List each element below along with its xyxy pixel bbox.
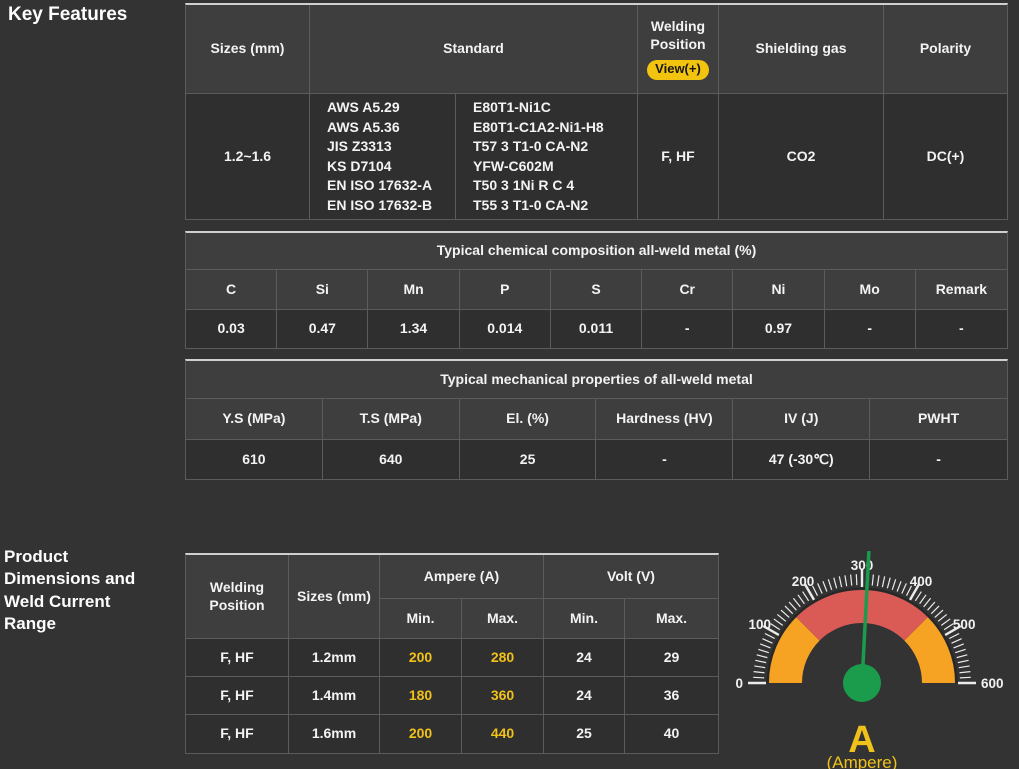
mech-col-header: IV (J) bbox=[733, 399, 870, 440]
mech-value: 47 (-30℃) bbox=[733, 440, 870, 479]
standard-item: AWS A5.29 bbox=[327, 98, 400, 118]
table-row-cell: 180 bbox=[380, 677, 462, 715]
current-header-welding-position-label: Welding Position bbox=[202, 579, 272, 614]
standard-item: EN ISO 17632-A bbox=[327, 176, 432, 196]
chem-col-header: Si bbox=[277, 270, 368, 310]
current-header-volt-min: Min. bbox=[544, 599, 625, 639]
chem-col-header: S bbox=[551, 270, 642, 310]
current-header-amp-min: Min. bbox=[380, 599, 462, 639]
spec-header-shielding-gas: Shielding gas bbox=[719, 5, 884, 94]
table-row-cell: 200 bbox=[380, 715, 462, 753]
current-header-ampere: Ampere (A) bbox=[380, 555, 544, 599]
svg-text:100: 100 bbox=[749, 617, 772, 632]
mechanical-table-title: Typical mechanical properties of all-wel… bbox=[186, 361, 1007, 399]
weld-current-table: Welding Position Sizes (mm) Ampere (A) V… bbox=[185, 553, 719, 754]
standard-item: E80T1-Ni1C bbox=[473, 98, 551, 118]
chem-col-header: P bbox=[460, 270, 551, 310]
spec-header-welding-position: Welding Position View(+) bbox=[638, 5, 719, 94]
table-row-cell: 24 bbox=[544, 677, 625, 715]
table-row-cell: 1.6mm bbox=[289, 715, 380, 753]
table-row-cell: 40 bbox=[625, 715, 718, 753]
chemical-table-title: Typical chemical composition all-weld me… bbox=[186, 233, 1007, 270]
table-row-cell: 280 bbox=[462, 639, 544, 677]
standard-item: T50 3 1Ni R C 4 bbox=[473, 176, 574, 196]
current-header-volt: Volt (V) bbox=[544, 555, 718, 599]
chem-value: 0.47 bbox=[277, 310, 368, 348]
spec-header-standard: Standard bbox=[310, 5, 638, 94]
table-row-cell: 36 bbox=[625, 677, 718, 715]
chem-value: 0.97 bbox=[733, 310, 824, 348]
chem-value: 0.014 bbox=[460, 310, 551, 348]
table-row-cell: 24 bbox=[544, 639, 625, 677]
current-header-amp-max: Max. bbox=[462, 599, 544, 639]
chem-value: - bbox=[642, 310, 733, 348]
mech-col-header: T.S (MPa) bbox=[323, 399, 460, 440]
table-row-cell: 29 bbox=[625, 639, 718, 677]
chem-col-header: Ni bbox=[733, 270, 824, 310]
mech-col-header: Hardness (HV) bbox=[596, 399, 733, 440]
standard-item: AWS A5.36 bbox=[327, 118, 400, 138]
spec-value-shielding-gas: CO2 bbox=[719, 94, 884, 219]
mech-value: - bbox=[596, 440, 733, 479]
chem-value: 0.03 bbox=[186, 310, 277, 348]
product-dimensions-title: Product Dimensions and Weld Current Rang… bbox=[4, 546, 166, 636]
standard-item: T55 3 T1-0 CA-N2 bbox=[473, 196, 588, 216]
chem-col-header: Mn bbox=[368, 270, 459, 310]
svg-text:200: 200 bbox=[792, 574, 815, 589]
standard-list-1: AWS A5.29 AWS A5.36 JIS Z3313 KS D7104 E… bbox=[310, 94, 456, 219]
chem-value: 0.011 bbox=[551, 310, 642, 348]
chem-col-header: C bbox=[186, 270, 277, 310]
table-row-cell: F, HF bbox=[186, 639, 289, 677]
mech-col-header: PWHT bbox=[870, 399, 1007, 440]
standard-list-2: E80T1-Ni1C E80T1-C1A2-Ni1-H8 T57 3 T1-0 … bbox=[456, 94, 638, 219]
spec-header-polarity: Polarity bbox=[884, 5, 1007, 94]
mech-value: 610 bbox=[186, 440, 323, 479]
key-features-title: Key Features bbox=[8, 4, 127, 26]
standard-item: JIS Z3313 bbox=[327, 137, 392, 157]
standard-item: T57 3 T1-0 CA-N2 bbox=[473, 137, 588, 157]
mech-col-header: El. (%) bbox=[460, 399, 597, 440]
table-row-cell: 360 bbox=[462, 677, 544, 715]
table-row-cell: 440 bbox=[462, 715, 544, 753]
spec-table: Sizes (mm) Standard Welding Position Vie… bbox=[185, 3, 1008, 220]
spec-header-sizes: Sizes (mm) bbox=[186, 5, 310, 94]
table-row-cell: 200 bbox=[380, 639, 462, 677]
chem-col-header: Mo bbox=[825, 270, 916, 310]
chem-value: - bbox=[916, 310, 1007, 348]
current-header-sizes: Sizes (mm) bbox=[289, 555, 380, 639]
ampere-gauge: 0100200300400500600A(Ampere) bbox=[720, 551, 1012, 769]
chem-value: 1.34 bbox=[368, 310, 459, 348]
table-row-cell: F, HF bbox=[186, 715, 289, 753]
spec-value-welding-position: F, HF bbox=[638, 94, 719, 219]
svg-text:600: 600 bbox=[981, 676, 1004, 691]
standard-item: KS D7104 bbox=[327, 157, 392, 177]
standard-item: E80T1-C1A2-Ni1-H8 bbox=[473, 118, 604, 138]
mech-value: 25 bbox=[460, 440, 597, 479]
chem-value: - bbox=[825, 310, 916, 348]
table-row-cell: 1.2mm bbox=[289, 639, 380, 677]
spec-value-polarity: DC(+) bbox=[884, 94, 1007, 219]
table-row-cell: F, HF bbox=[186, 677, 289, 715]
chem-col-header: Cr bbox=[642, 270, 733, 310]
view-plus-button[interactable]: View(+) bbox=[647, 60, 709, 79]
svg-text:400: 400 bbox=[910, 574, 933, 589]
chem-col-header: Remark bbox=[916, 270, 1007, 310]
svg-text:0: 0 bbox=[735, 676, 743, 691]
mech-value: 640 bbox=[323, 440, 460, 479]
mechanical-properties-table: Typical mechanical properties of all-wel… bbox=[185, 359, 1008, 480]
current-header-welding-position: Welding Position bbox=[186, 555, 289, 639]
standard-item: EN ISO 17632-B bbox=[327, 196, 432, 216]
svg-text:(Ampere): (Ampere) bbox=[827, 753, 898, 769]
spec-value-sizes: 1.2~1.6 bbox=[186, 94, 310, 219]
table-row-cell: 25 bbox=[544, 715, 625, 753]
standard-item: YFW-C602M bbox=[473, 157, 554, 177]
table-row-cell: 1.4mm bbox=[289, 677, 380, 715]
current-header-volt-max: Max. bbox=[625, 599, 718, 639]
chemical-composition-table: Typical chemical composition all-weld me… bbox=[185, 231, 1008, 349]
welding-position-label: Welding Position bbox=[646, 18, 710, 53]
mech-value: - bbox=[870, 440, 1007, 479]
svg-text:500: 500 bbox=[953, 617, 976, 632]
mech-col-header: Y.S (MPa) bbox=[186, 399, 323, 440]
